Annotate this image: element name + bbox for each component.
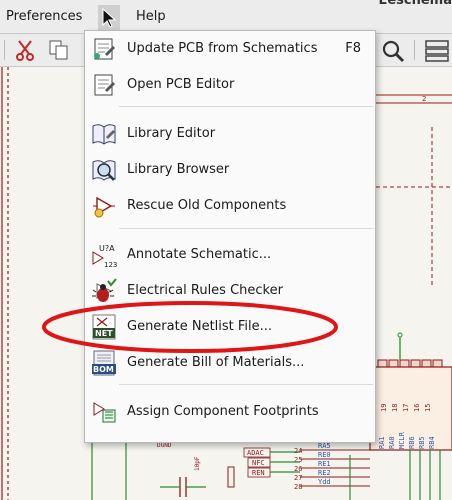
- toolbar-divider: [4, 40, 5, 60]
- pin-number: 25: [294, 456, 302, 464]
- library-browser-icon: [91, 157, 117, 183]
- netlist-icon: NET: [91, 314, 117, 340]
- power-symbol: [397, 332, 403, 338]
- menu-item-rescue-old-components[interactable]: Rescue Old Components: [85, 189, 375, 223]
- menu-item-label: Assign Component Footprints: [127, 404, 319, 419]
- menu-bar: Preferences Help Eeschema: [0, 0, 452, 34]
- menu-item-electrical-rules-checker[interactable]: Electrical Rules Checker: [85, 274, 375, 308]
- net-labels: ADAC NFC REN: [243, 447, 271, 478]
- footprint-icon: [91, 399, 117, 425]
- menu-item-label: Open PCB Editor: [127, 77, 235, 92]
- zoom-icon[interactable]: [380, 38, 406, 68]
- pin-number: 17: [402, 404, 410, 412]
- menu-separator: [119, 106, 373, 107]
- svg-text:123: 123: [104, 261, 117, 268]
- net-label: REN: [252, 469, 265, 477]
- rescue-icon: [91, 193, 117, 219]
- menu-item-annotate-schematic[interactable]: U?A 123 Annotate Schematic...: [85, 238, 375, 272]
- port-name: RE0: [318, 451, 331, 459]
- svg-text:NET: NET: [95, 329, 113, 338]
- menu-separator: [119, 384, 373, 385]
- svg-text:BOM: BOM: [93, 365, 114, 374]
- pin-number: 18: [391, 404, 399, 412]
- port-names: RA5 RE0 RE1 RE2 Ydd: [318, 442, 331, 486]
- copy-icon[interactable]: [48, 38, 70, 66]
- port-name: RE2: [318, 469, 331, 477]
- capacitor-symbol: [160, 477, 206, 497]
- menu-item-label: Library Browser: [127, 162, 230, 177]
- update-pcb-icon: [91, 36, 117, 62]
- menu-item-label: Generate Bill of Materials...: [127, 355, 305, 370]
- menu-item-generate-bom[interactable]: BOM Generate Bill of Materials...: [85, 346, 375, 380]
- resistor-symbol: [227, 466, 235, 488]
- port-name: Ydd: [318, 478, 331, 486]
- menu-item-open-pcb-editor[interactable]: Open PCB Editor: [85, 68, 375, 102]
- pin-number: 24: [294, 447, 302, 455]
- port-name: RE1: [318, 460, 331, 468]
- component-value: 10pF: [194, 456, 201, 471]
- menu-item-shortcut: F8: [345, 41, 361, 56]
- app-title: Eeschema: [378, 0, 452, 8]
- bom-icon: BOM: [91, 350, 117, 376]
- menu-item-library-editor[interactable]: Library Editor: [85, 117, 375, 151]
- pin-name: RB6: [408, 436, 416, 449]
- pin-name: RA1: [378, 436, 386, 449]
- port-pin-numbers: 24 25 26 27 28: [294, 447, 302, 491]
- menu-item-library-browser[interactable]: Library Browser: [85, 153, 375, 187]
- pin-number: 19: [380, 404, 388, 412]
- pin-number: 15: [424, 404, 432, 412]
- menu-item-label: Annotate Schematic...: [127, 247, 272, 262]
- pin-name: MCLR: [398, 431, 406, 449]
- annotate-icon: U?A 123: [91, 242, 117, 269]
- menu-item-update-pcb[interactable]: Update PCB from Schematics F8: [85, 32, 375, 66]
- menu-item-assign-footprints[interactable]: Assign Component Footprints: [85, 395, 375, 429]
- cut-icon[interactable]: [14, 38, 36, 66]
- ground-label: DGND: [157, 442, 172, 449]
- menu-item-label: Update PCB from Schematics: [127, 41, 318, 56]
- erc-bug-icon: [91, 278, 117, 304]
- pin-number: 27: [294, 474, 302, 482]
- pin-name: RB4: [428, 436, 436, 449]
- menu-item-label: Generate Netlist File...: [127, 319, 273, 334]
- menu-item-label: Electrical Rules Checker: [127, 283, 283, 298]
- menu-item-generate-netlist[interactable]: NET Generate Netlist File...: [85, 310, 375, 344]
- port-name: RA5: [318, 442, 331, 450]
- pcb-editor-icon: [91, 72, 117, 98]
- svg-text:U?A: U?A: [99, 244, 115, 253]
- toolbar-divider: [414, 40, 415, 60]
- layers-icon[interactable]: [424, 38, 450, 68]
- library-editor-icon: [91, 121, 117, 147]
- menu-item-label: Rescue Old Components: [127, 198, 287, 213]
- menu-help[interactable]: Help: [136, 9, 166, 24]
- mouse-cursor-icon: [98, 5, 120, 33]
- menu-separator: [119, 228, 373, 229]
- pin-name: RA0: [388, 436, 396, 449]
- sheet-marker: 2: [422, 95, 426, 103]
- net-label: NFC: [252, 459, 265, 467]
- net-label: ADAC: [247, 449, 264, 457]
- menu-preferences[interactable]: Preferences: [6, 9, 82, 24]
- menu-item-label: Library Editor: [127, 126, 216, 141]
- pin-name: RB5: [418, 436, 426, 449]
- pin-number: 28: [294, 483, 302, 491]
- pin-number: 16: [413, 404, 421, 412]
- tools-menu: Update PCB from Schematics F8 Open PCB E…: [84, 30, 376, 443]
